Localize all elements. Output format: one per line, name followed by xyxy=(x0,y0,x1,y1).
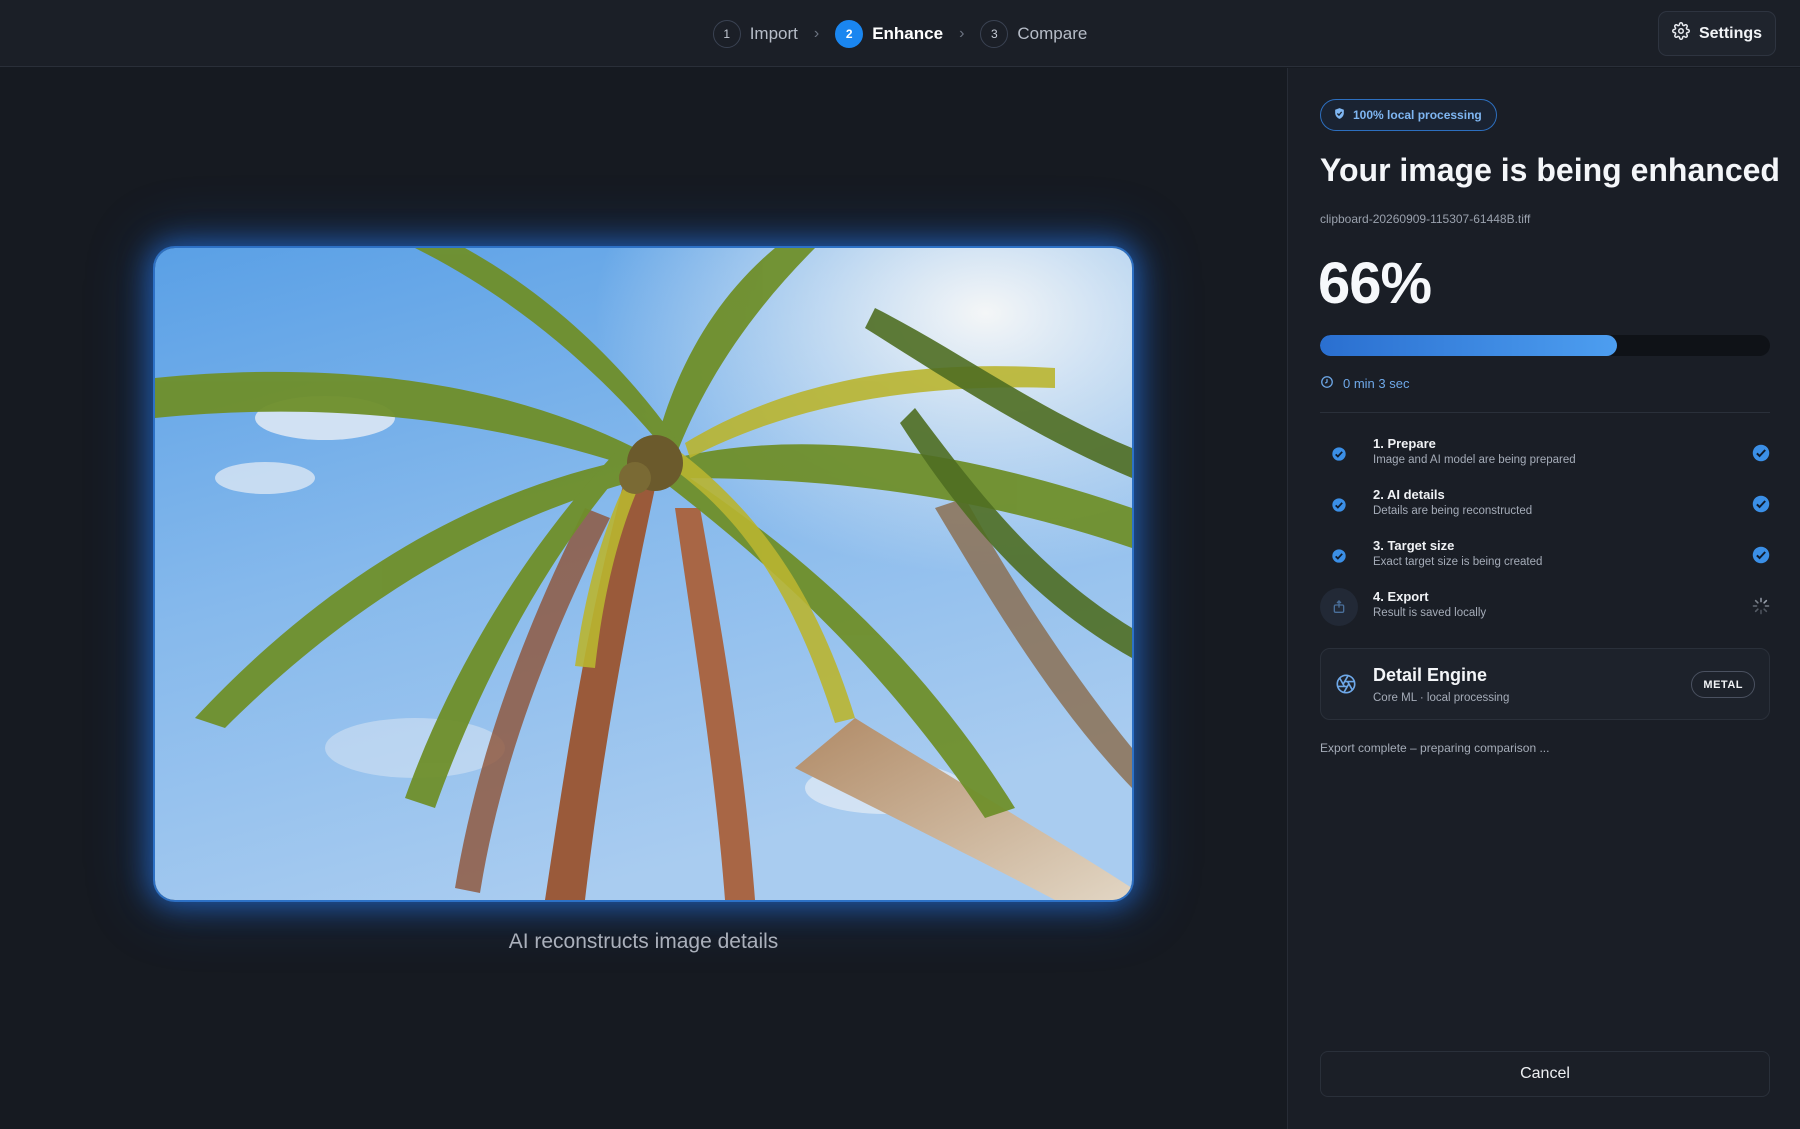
engine-subtitle: Core ML · local processing xyxy=(1373,692,1510,704)
step-row-ai-details: 2. AI details Details are being reconstr… xyxy=(1320,482,1770,533)
progress-percent: 66% xyxy=(1318,251,1432,316)
progress-fill xyxy=(1320,335,1617,356)
step-enhance[interactable]: 2 Enhance xyxy=(835,19,944,48)
step-status-icon xyxy=(1320,435,1358,473)
step-row-target-size: 3. Target size Exact target size is bein… xyxy=(1320,533,1770,584)
step-title: 3. Target size xyxy=(1373,538,1455,553)
engine-title: Detail Engine xyxy=(1373,665,1488,685)
chevron-right-icon: › xyxy=(959,24,965,42)
progress-bar xyxy=(1320,335,1770,356)
preview-image xyxy=(155,248,1132,900)
step-number: 2 xyxy=(835,19,864,48)
step-label: Enhance xyxy=(872,23,944,43)
panel-title: Your image is being enhanced xyxy=(1320,152,1780,188)
detail-engine-card: Detail Engine Core ML · local processing… xyxy=(1320,648,1770,720)
stepper: 1 Import › 2 Enhance › 3 Compare xyxy=(0,0,1800,67)
time-remaining: 0 min 3 sec xyxy=(1320,375,1409,392)
aperture-icon xyxy=(1335,673,1357,700)
step-label: Compare xyxy=(1017,23,1088,43)
divider xyxy=(1320,412,1770,413)
step-row-prepare: 1. Prepare Image and AI model are being … xyxy=(1320,431,1770,482)
local-processing-badge: 100% local processing xyxy=(1320,99,1497,131)
gear-icon xyxy=(1672,22,1690,45)
preview-caption: AI reconstructs image details xyxy=(508,930,779,953)
shield-icon xyxy=(1333,107,1346,123)
step-subtitle: Image and AI model are being prepared xyxy=(1373,454,1576,466)
palm-tree-photo xyxy=(155,248,1132,900)
step-title: 2. AI details xyxy=(1373,487,1445,502)
check-circle-icon xyxy=(1752,546,1770,564)
clock-icon xyxy=(1320,375,1334,392)
step-status-icon xyxy=(1320,537,1358,575)
badge-label: 100% local processing xyxy=(1353,108,1482,122)
metal-badge: METAL xyxy=(1691,671,1755,698)
processing-steps: 1. Prepare Image and AI model are being … xyxy=(1320,431,1770,635)
step-number: 3 xyxy=(980,19,1009,48)
status-message: Export complete – preparing comparison .… xyxy=(1320,741,1550,755)
spinner-icon xyxy=(1752,597,1770,615)
top-bar: 1 Import › 2 Enhance › 3 Compare Setting… xyxy=(0,0,1800,67)
chevron-right-icon: › xyxy=(813,24,820,42)
settings-button[interactable]: Settings xyxy=(1658,11,1776,56)
settings-label: Settings xyxy=(1698,24,1763,42)
preview-stage: AI reconstructs image details xyxy=(0,68,1287,1129)
progress-panel: 100% local processing Your image is bein… xyxy=(1287,68,1800,1129)
cancel-button[interactable]: Cancel xyxy=(1320,1051,1770,1097)
step-subtitle: Exact target size is being created xyxy=(1373,556,1543,568)
eta-label: 0 min 3 sec xyxy=(1343,376,1410,391)
check-circle-icon xyxy=(1752,444,1770,462)
step-label: Import xyxy=(749,23,798,43)
check-circle-icon xyxy=(1752,495,1770,513)
step-status-icon xyxy=(1320,486,1358,524)
step-row-export: 4. Export Result is saved locally xyxy=(1320,584,1770,635)
step-import[interactable]: 1 Import xyxy=(712,19,798,48)
export-icon xyxy=(1320,588,1358,626)
step-subtitle: Details are being reconstructed xyxy=(1373,505,1533,517)
step-subtitle: Result is saved locally xyxy=(1373,607,1487,619)
step-compare[interactable]: 3 Compare xyxy=(980,19,1088,48)
step-title: 4. Export xyxy=(1373,589,1429,604)
file-name: clipboard-20260909-115307-61448B.tiff xyxy=(1320,212,1531,226)
step-number: 1 xyxy=(712,19,741,48)
step-title: 1. Prepare xyxy=(1373,436,1436,451)
